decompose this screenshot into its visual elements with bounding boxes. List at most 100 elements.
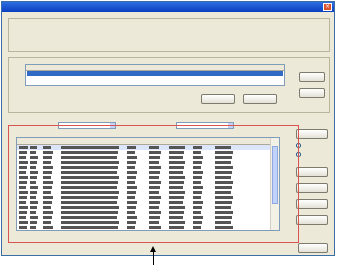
grid-cell bbox=[127, 146, 136, 149]
grid-cell bbox=[169, 156, 183, 159]
detail-grid-scrollbar[interactable] bbox=[270, 138, 279, 230]
grid-row[interactable] bbox=[17, 230, 272, 231]
grid-cell bbox=[30, 186, 38, 189]
detail-grid-header bbox=[17, 138, 272, 145]
record-list-selected-row[interactable] bbox=[27, 71, 283, 76]
grid-cell bbox=[169, 226, 184, 229]
grid-cell bbox=[127, 206, 136, 209]
grid-cell bbox=[149, 151, 161, 154]
grid-cell bbox=[149, 216, 160, 219]
grid-cell bbox=[215, 191, 231, 194]
filter-select-2[interactable] bbox=[176, 122, 234, 129]
grid-cell bbox=[127, 201, 137, 204]
grid-cell bbox=[127, 166, 135, 169]
side-button-2[interactable] bbox=[296, 167, 328, 177]
grid-cell bbox=[169, 161, 185, 164]
grid-cell bbox=[30, 166, 36, 169]
grid-cell bbox=[61, 176, 119, 179]
grid-cell bbox=[43, 176, 51, 179]
grid-cell bbox=[127, 181, 135, 184]
grid-cell bbox=[149, 156, 160, 159]
grid-cell bbox=[215, 226, 233, 229]
grid-cell bbox=[30, 156, 38, 159]
side-button-5[interactable] bbox=[296, 215, 328, 225]
grid-cell bbox=[149, 146, 159, 149]
grid-cell bbox=[43, 151, 53, 154]
radio-option-2[interactable] bbox=[296, 152, 301, 157]
grid-cell bbox=[169, 151, 184, 154]
grid-cell bbox=[193, 161, 202, 164]
close-button[interactable]: × bbox=[323, 3, 332, 11]
grid-cell bbox=[61, 161, 119, 164]
grid-cell bbox=[43, 156, 52, 159]
grid-cell bbox=[127, 161, 136, 164]
grid-cell bbox=[61, 166, 118, 169]
grid-cell bbox=[19, 226, 27, 229]
grid-cell bbox=[30, 196, 36, 199]
grid-cell bbox=[19, 171, 26, 174]
grid-cell bbox=[215, 216, 232, 219]
list-button-2[interactable] bbox=[201, 94, 235, 104]
grid-cell bbox=[43, 146, 51, 149]
grid-cell bbox=[149, 211, 161, 214]
side-button-1[interactable] bbox=[296, 129, 328, 139]
grid-cell bbox=[215, 161, 231, 164]
grid-cell bbox=[19, 151, 27, 154]
detail-grid-scroll-thumb[interactable] bbox=[272, 146, 278, 204]
title-bar[interactable]: × bbox=[2, 2, 334, 12]
grid-cell bbox=[149, 226, 161, 229]
grid-cell bbox=[19, 196, 27, 199]
grid-cell bbox=[127, 176, 136, 179]
grid-cell bbox=[43, 166, 53, 169]
grid-cell bbox=[19, 176, 28, 179]
grid-cell bbox=[19, 216, 26, 219]
grid-cell bbox=[169, 221, 185, 224]
grid-cell bbox=[215, 146, 231, 149]
grid-cell bbox=[169, 146, 185, 149]
grid-cell bbox=[43, 161, 51, 164]
grid-cell bbox=[30, 176, 37, 179]
detail-grid[interactable] bbox=[16, 137, 280, 231]
grid-cell bbox=[215, 166, 233, 169]
grid-cell bbox=[127, 186, 137, 189]
list-button-4[interactable] bbox=[299, 88, 325, 98]
list-group bbox=[8, 57, 330, 113]
side-button-3[interactable] bbox=[296, 183, 328, 193]
grid-cell bbox=[43, 196, 53, 199]
grid-cell bbox=[61, 226, 118, 229]
grid-cell bbox=[193, 216, 203, 219]
grid-cell bbox=[193, 151, 201, 154]
grid-cell bbox=[61, 191, 119, 194]
grid-cell bbox=[149, 206, 159, 209]
grid-cell bbox=[19, 166, 27, 169]
grid-cell bbox=[215, 206, 231, 209]
grid-cell bbox=[19, 161, 28, 164]
grid-cell bbox=[43, 221, 51, 224]
grid-cell bbox=[193, 206, 202, 209]
filter-select-1[interactable] bbox=[58, 122, 116, 129]
grid-cell bbox=[127, 191, 136, 194]
grid-cell bbox=[193, 166, 201, 169]
grid-cell bbox=[193, 176, 202, 179]
list-button-3[interactable] bbox=[243, 94, 277, 104]
dialog-window: × bbox=[1, 1, 335, 256]
radio-option-1[interactable] bbox=[296, 143, 301, 148]
grid-cell bbox=[61, 151, 118, 154]
grid-cell bbox=[169, 216, 183, 219]
grid-cell bbox=[149, 221, 159, 224]
grid-cell bbox=[169, 206, 185, 209]
grid-cell bbox=[30, 211, 36, 214]
side-button-4[interactable] bbox=[296, 199, 328, 209]
record-list[interactable] bbox=[25, 64, 285, 86]
footer-button[interactable] bbox=[298, 243, 328, 253]
grid-cell bbox=[169, 186, 183, 189]
list-button-1[interactable] bbox=[299, 72, 325, 82]
grid-cell bbox=[43, 181, 53, 184]
grid-cell bbox=[127, 221, 136, 224]
grid-cell bbox=[30, 221, 37, 224]
grid-cell bbox=[169, 166, 184, 169]
grid-cell bbox=[19, 206, 28, 209]
arrow-shaft bbox=[153, 252, 154, 265]
grid-cell bbox=[127, 226, 135, 229]
grid-cell bbox=[19, 186, 26, 189]
